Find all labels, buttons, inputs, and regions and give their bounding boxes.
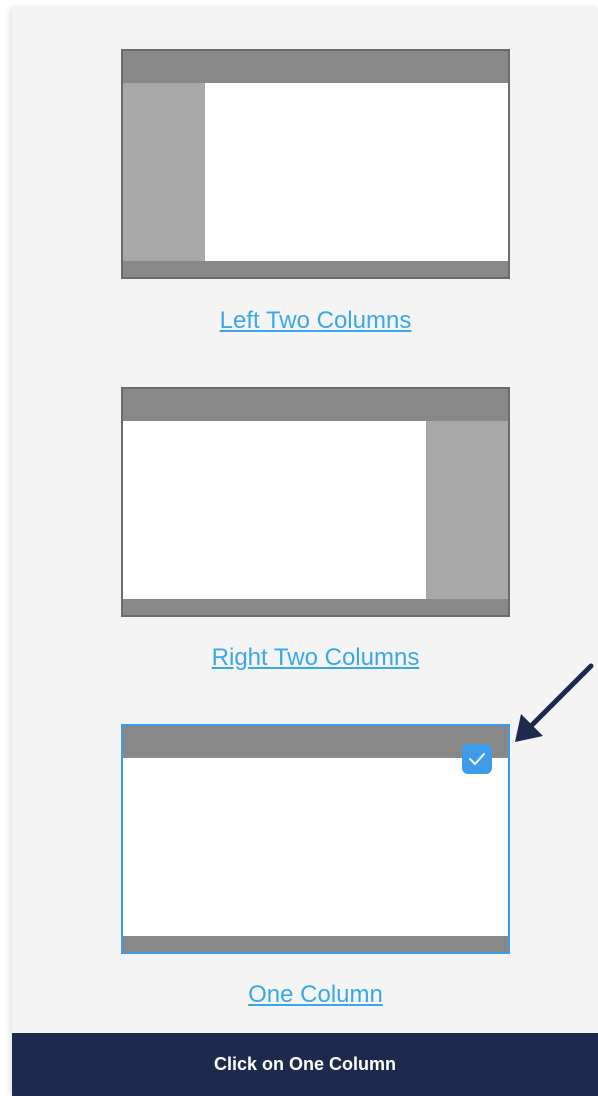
thumb-header [123, 51, 508, 83]
thumb-header [123, 726, 508, 758]
layout-thumb-left-two-columns[interactable] [121, 49, 510, 279]
checkmark-icon [462, 744, 492, 774]
instruction-bar: Click on One Column [12, 1033, 598, 1096]
layout-label-left-two-columns[interactable]: Left Two Columns [121, 307, 510, 335]
thumb-footer [123, 936, 508, 952]
thumb-sidebar-left [123, 83, 205, 261]
layout-picker-panel: Left Two Columns Right Two Columns One C… [12, 8, 598, 1096]
thumb-footer [123, 599, 508, 615]
thumb-sidebar-right [426, 421, 508, 599]
layout-label-one-column[interactable]: One Column [121, 981, 510, 1009]
arrow-icon [515, 663, 594, 742]
layout-thumb-one-column[interactable] [121, 724, 510, 954]
instruction-text: Click on One Column [213, 1054, 396, 1074]
thumb-header [123, 389, 508, 421]
layout-label-right-two-columns[interactable]: Right Two Columns [121, 644, 510, 672]
thumb-footer [123, 261, 508, 277]
layout-thumb-right-two-columns[interactable] [121, 387, 510, 617]
